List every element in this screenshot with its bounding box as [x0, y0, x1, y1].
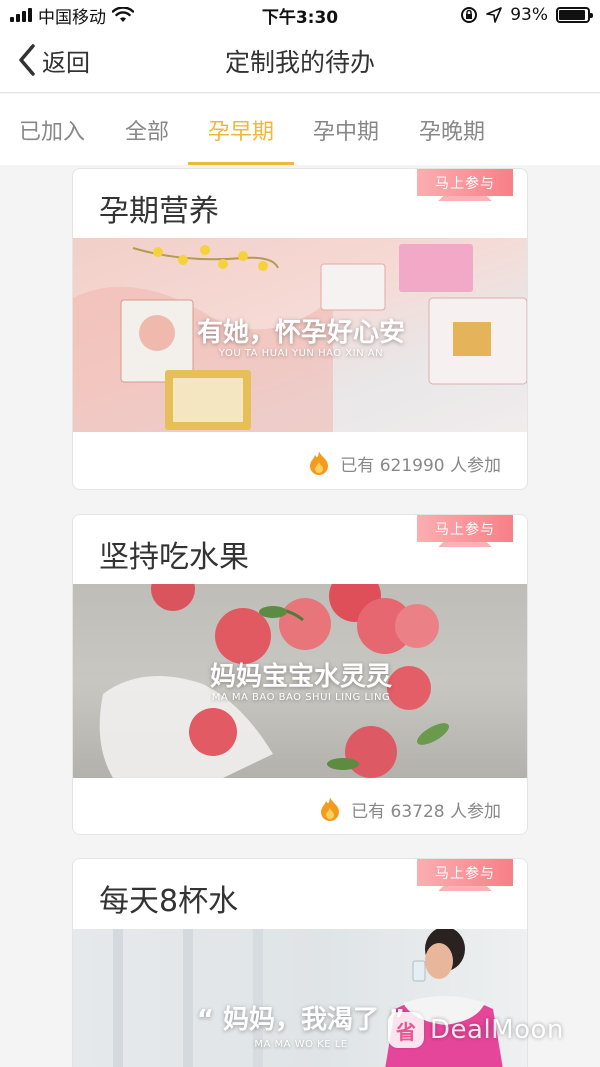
image-subtitle: MA MA BAO BAO SHUI LING LING [211, 692, 391, 703]
tab-label: 孕晚期 [418, 119, 485, 145]
stage-tabs: 已加入 全部 孕早期 孕中期 孕晚期 [0, 94, 600, 165]
location-arrow-icon [486, 7, 503, 23]
orientation-lock-icon [461, 7, 478, 23]
participant-info: 已有 63728 人参加 [319, 796, 501, 822]
watermark-text: DealMoon [430, 1015, 564, 1045]
tab-label: 全部 [124, 119, 169, 145]
tab-mid-pregnancy[interactable]: 孕中期 [302, 94, 390, 165]
tab-joined[interactable]: 已加入 [8, 94, 96, 165]
carrier-label: 中国移动 [38, 7, 106, 28]
watermark: 省 DealMoon [388, 1012, 564, 1048]
task-card[interactable]: 坚持吃水果 马上参与 妈妈宝宝水灵灵 MA MA BAO BAO SHUI LI… [72, 514, 528, 835]
join-now-button[interactable]: 马上参与 [417, 169, 513, 201]
tab-early-pregnancy[interactable]: 孕早期 [188, 94, 294, 165]
battery-icon [556, 7, 593, 23]
card-image-fruit[interactable]: 妈妈宝宝水灵灵 MA MA BAO BAO SHUI LING LING [73, 584, 527, 778]
status-bar: 中国移动 下午3:30 93% [0, 0, 600, 30]
status-left: 中国移动 [10, 3, 210, 28]
participant-count: 已有 621990 人参加 [340, 455, 501, 476]
fire-icon [310, 451, 329, 475]
card-title: 孕期营养 [99, 194, 219, 229]
fire-icon [321, 797, 340, 821]
join-now-button[interactable]: 马上参与 [417, 859, 513, 891]
back-button[interactable]: 返回 [16, 42, 90, 78]
status-right: 93% [390, 5, 593, 25]
wifi-icon [112, 7, 134, 22]
status-time: 下午3:30 [261, 7, 339, 28]
navigation-bar: 返回 定制我的待办 [0, 30, 600, 93]
back-label: 返回 [42, 48, 90, 77]
signal-icon [10, 8, 32, 22]
tab-label: 孕中期 [312, 119, 379, 145]
dealmoon-logo: 省 [388, 1012, 424, 1048]
image-subtitle: YOU TA HUAI YUN HAO XIN AN [218, 348, 384, 359]
task-card[interactable]: 孕期营养 马上参与 有她，怀孕好心安 YOU TA HUAI YUN HAO X… [72, 168, 528, 490]
battery-fill [559, 10, 586, 20]
page-title: 定制我的待办 [224, 48, 375, 77]
join-now-button[interactable]: 马上参与 [417, 515, 513, 547]
card-title: 每天8杯水 [99, 884, 239, 919]
card-title: 坚持吃水果 [99, 540, 249, 575]
card-image-nutrition[interactable]: 有她，怀孕好心安 YOU TA HUAI YUN HAO XIN AN [73, 238, 527, 432]
image-headline: 有她，怀孕好心安 [196, 318, 405, 348]
tab-late-pregnancy[interactable]: 孕晚期 [408, 94, 496, 165]
tab-all[interactable]: 全部 [112, 94, 182, 165]
battery-percent: 93% [510, 5, 548, 25]
participant-info: 已有 621990 人参加 [308, 450, 501, 476]
chevron-left-icon [19, 44, 35, 76]
image-headline: 妈妈宝宝水灵灵 [209, 662, 392, 692]
tab-label: 已加入 [18, 119, 85, 145]
participant-count: 已有 63728 人参加 [351, 801, 501, 822]
tab-label: 孕早期 [207, 119, 274, 145]
